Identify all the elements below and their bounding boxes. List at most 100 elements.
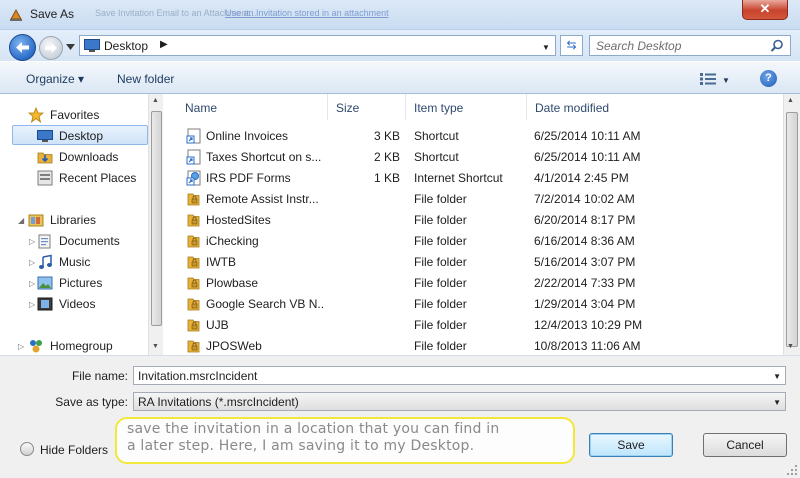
- search-box[interactable]: [589, 35, 791, 56]
- videos-icon: [37, 297, 53, 311]
- file-name[interactable]: Taxes Shortcut on s...: [206, 150, 321, 164]
- file-name[interactable]: IRS PDF Forms: [206, 171, 291, 185]
- resize-grip-icon[interactable]: [787, 465, 798, 476]
- address-location[interactable]: Desktop: [104, 39, 148, 53]
- expand-documents-icon[interactable]: ▷: [29, 237, 35, 246]
- search-icon[interactable]: [770, 39, 784, 53]
- column-header-date-modified[interactable]: Date modified: [527, 94, 647, 120]
- locked-folder-icon: [186, 212, 202, 228]
- scrollbar-thumb[interactable]: [786, 112, 798, 347]
- title-bar: Save As Save Invitation Email to an Atta…: [0, 0, 800, 30]
- address-dropdown-icon[interactable]: ▼: [542, 43, 550, 52]
- file-row[interactable]: HostedSites File folder 6/20/2014 8:17 PM: [164, 210, 783, 231]
- sidebar-item-label: Pictures: [59, 276, 103, 290]
- forward-button[interactable]: [39, 36, 63, 60]
- shortcut-icon: [186, 128, 202, 144]
- file-date-modified: 5/16/2014 3:07 PM: [534, 255, 636, 269]
- navigation-scrollbar[interactable]: ▲ ▼: [148, 94, 163, 355]
- refresh-button[interactable]: ⇆: [560, 35, 583, 56]
- file-date-modified: 6/25/2014 10:11 AM: [534, 129, 641, 143]
- file-name[interactable]: Plowbase: [206, 276, 258, 290]
- file-row[interactable]: JPOSWeb File folder 10/8/2013 11:06 AM: [164, 336, 783, 357]
- downloads-icon: [37, 152, 53, 164]
- file-type: File folder: [414, 255, 467, 269]
- expand-pictures-icon[interactable]: ▷: [29, 279, 35, 288]
- expand-music-icon[interactable]: ▷: [29, 258, 35, 267]
- file-name[interactable]: Online Invoices: [206, 129, 288, 143]
- recent-pages-dropdown-icon[interactable]: [66, 44, 75, 50]
- hide-folders-label: Hide Folders: [40, 443, 109, 457]
- file-row[interactable]: Remote Assist Instr... File folder 7/2/201…: [164, 189, 783, 210]
- file-type: File folder: [414, 297, 467, 311]
- save-as-type-select[interactable]: RA Invitations (*.msrcIncident) ▼: [133, 392, 786, 411]
- file-row[interactable]: Online Invoices 3 KB Shortcut 6/25/2014 10:…: [164, 126, 783, 147]
- sidebar-item-label: Homegroup: [50, 339, 113, 353]
- collapse-chevron-icon: [20, 442, 34, 456]
- scroll-down-icon[interactable]: ▼: [787, 343, 794, 350]
- save-as-type-value[interactable]: RA Invitations (*.msrcIncident): [138, 395, 299, 409]
- file-size: 3 KB: [373, 129, 400, 143]
- locked-folder-icon: [186, 254, 202, 270]
- back-button[interactable]: [9, 34, 36, 61]
- documents-icon: [38, 234, 51, 249]
- file-date-modified: 12/4/2013 10:29 PM: [534, 318, 643, 332]
- file-list-scrollbar[interactable]: ▲ ▼: [783, 94, 800, 355]
- file-row[interactable]: Taxes Shortcut on s... 2 KB Shortcut 6/25/2…: [164, 147, 783, 168]
- cancel-button[interactable]: Cancel: [703, 433, 787, 457]
- column-header-name[interactable]: Name: [177, 94, 328, 120]
- view-dropdown-icon[interactable]: ▼: [722, 76, 730, 85]
- music-icon: [39, 254, 52, 269]
- file-type: File folder: [414, 318, 467, 332]
- file-name[interactable]: Google Search VB N...: [206, 297, 324, 311]
- file-date-modified: 6/25/2014 10:11 AM: [534, 150, 641, 164]
- locked-folder-icon: [186, 296, 202, 312]
- file-row[interactable]: Plowbase File folder 2/22/2014 7:33 PM: [164, 273, 783, 294]
- organize-button[interactable]: Organize ▾: [26, 72, 84, 86]
- help-button[interactable]: ?: [760, 70, 777, 87]
- change-view-icon[interactable]: [699, 72, 717, 86]
- desktop-icon: [84, 39, 100, 52]
- column-header-size[interactable]: Size: [328, 94, 406, 120]
- file-name-dropdown-icon[interactable]: ▼: [773, 372, 781, 381]
- star-icon: [28, 107, 44, 123]
- file-name[interactable]: UJB: [206, 318, 229, 332]
- search-input[interactable]: [596, 38, 766, 54]
- file-row[interactable]: IWTB File folder 5/16/2014 3:07 PM: [164, 252, 783, 273]
- file-name-field[interactable]: Invitation.msrcIncident ▼: [133, 366, 786, 385]
- sidebar-item-label: Desktop: [59, 129, 104, 143]
- expand-libraries-icon[interactable]: ◢: [18, 216, 24, 225]
- file-name-label: File name:: [71, 369, 128, 383]
- expand-homegroup-icon[interactable]: ▷: [18, 342, 24, 351]
- file-name[interactable]: iChecking: [206, 234, 259, 248]
- file-list: Name Size Item type Date modified Online…: [164, 94, 783, 355]
- file-name-value[interactable]: Invitation.msrcIncident: [138, 369, 257, 383]
- scroll-down-icon[interactable]: ▼: [152, 343, 159, 350]
- scrollbar-thumb[interactable]: [151, 111, 162, 326]
- save-as-type-dropdown-icon[interactable]: ▼: [773, 398, 781, 407]
- locked-folder-icon: [186, 191, 202, 207]
- close-button[interactable]: ✕: [742, 0, 788, 20]
- scroll-up-icon[interactable]: ▲: [152, 97, 159, 104]
- scroll-up-icon[interactable]: ▲: [787, 97, 794, 104]
- file-row[interactable]: IRS PDF Forms 1 KB Internet Shortcut 4/1/20…: [164, 168, 783, 189]
- file-name[interactable]: HostedSites: [206, 213, 271, 227]
- expand-videos-icon[interactable]: ▷: [29, 300, 35, 309]
- file-type: File folder: [414, 192, 467, 206]
- address-bar[interactable]: Desktop ▶ ▼: [79, 35, 556, 56]
- new-folder-button[interactable]: New folder: [117, 72, 174, 86]
- locked-folder-icon: [186, 317, 202, 333]
- file-name[interactable]: Remote Assist Instr...: [206, 192, 319, 206]
- forward-arrow-icon: [45, 43, 57, 53]
- background-window-link: Use an Invitation stored in an attachmen…: [225, 8, 389, 18]
- column-header-type[interactable]: Item type: [406, 94, 527, 120]
- file-row[interactable]: Google Search VB N... File folder 1/29/201…: [164, 294, 783, 315]
- save-button[interactable]: Save: [589, 433, 673, 457]
- breadcrumb-chevron-icon[interactable]: ▶: [160, 39, 168, 50]
- file-row[interactable]: UJB File folder 12/4/2013 10:29 PM: [164, 315, 783, 336]
- file-name[interactable]: JPOSWeb: [206, 339, 262, 353]
- file-name[interactable]: IWTB: [206, 255, 236, 269]
- libraries-icon: [28, 214, 44, 227]
- file-row[interactable]: iChecking File folder 6/16/2014 8:36 AM: [164, 231, 783, 252]
- desktop-icon: [37, 130, 53, 142]
- file-date-modified: 4/1/2014 2:45 PM: [534, 171, 629, 185]
